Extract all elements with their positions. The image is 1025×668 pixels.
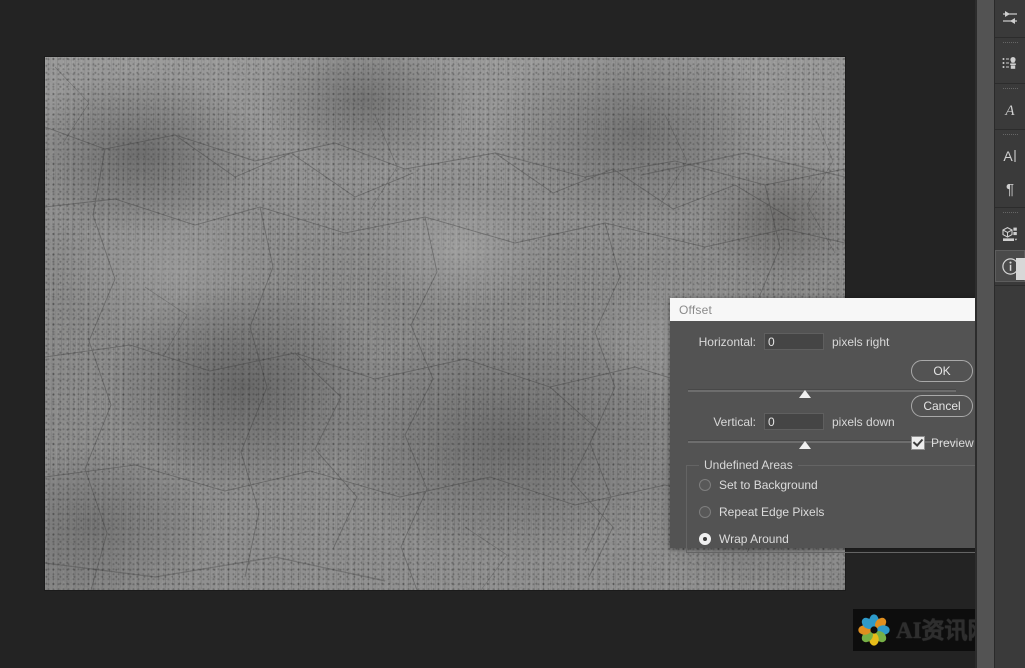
radio-icon-repeat-edge-pixels[interactable] <box>699 506 711 518</box>
vertical-slider-thumb[interactable] <box>799 441 811 449</box>
adjustments-sliders-icon <box>1003 11 1017 24</box>
svg-text:A: A <box>1003 148 1013 164</box>
undefined-areas-group: Undefined Areas Set to Background Repeat… <box>686 458 1002 553</box>
sidebar-item-paragraph[interactable]: ¶ <box>995 172 1025 204</box>
horizontal-slider-track[interactable] <box>688 389 956 392</box>
workspace: Offset × Horizontal: pixels right Vertic… <box>0 0 1005 668</box>
preview-label: Preview <box>931 436 974 450</box>
sidebar-item-libraries[interactable] <box>995 218 1025 250</box>
vertical-unit-label: pixels down <box>832 414 895 429</box>
styles-stamp-icon <box>1002 57 1016 69</box>
character-a-icon: A <box>1004 103 1015 119</box>
collapsed-panel-tab[interactable] <box>1016 258 1025 280</box>
radio-icon-wrap-around[interactable] <box>699 533 711 545</box>
radio-label-set-to-background: Set to Background <box>719 478 818 492</box>
character-panel-icon: A <box>1003 148 1016 164</box>
offset-dialog[interactable]: Offset × Horizontal: pixels right Vertic… <box>670 298 1002 553</box>
undefined-areas-legend: Undefined Areas <box>699 458 798 472</box>
cancel-button[interactable]: Cancel <box>911 395 973 417</box>
panel-grip-icon[interactable] <box>1002 87 1018 92</box>
horizontal-offset-row: Horizontal: pixels right <box>684 333 889 350</box>
vertical-label: Vertical: <box>713 414 756 429</box>
rail-group-styles <box>995 38 1025 84</box>
libraries-cube-icon <box>1002 226 1018 241</box>
radio-label-wrap-around: Wrap Around <box>719 532 789 546</box>
sidebar-item-character-styles[interactable]: A <box>995 94 1025 126</box>
preview-row[interactable]: Preview <box>911 436 974 450</box>
rail-group-character-styles: A <box>995 84 1025 130</box>
svg-text:¶: ¶ <box>1006 181 1014 198</box>
flower-logo-icon <box>858 614 890 646</box>
svg-text:A: A <box>1004 103 1015 119</box>
radio-icon-set-to-background[interactable] <box>699 479 711 491</box>
panel-grip-icon[interactable] <box>1002 133 1018 138</box>
rail-group-adjustments <box>995 0 1025 38</box>
horizontal-label: Horizontal: <box>698 334 756 349</box>
horizontal-input[interactable] <box>764 333 824 350</box>
horizontal-unit-label: pixels right <box>832 334 890 349</box>
panel-grip-icon[interactable] <box>1002 211 1018 216</box>
horizontal-slider-thumb[interactable] <box>799 390 811 398</box>
panel-divider <box>977 0 995 668</box>
radio-set-to-background[interactable]: Set to Background <box>699 478 818 492</box>
vertical-offset-row: Vertical: pixels down <box>684 413 895 430</box>
vertical-input[interactable] <box>764 413 824 430</box>
dialog-titlebar[interactable]: Offset × <box>670 298 994 321</box>
sidebar-item-styles[interactable] <box>995 48 1025 80</box>
paragraph-pilcrow-icon: ¶ <box>1006 181 1014 198</box>
radio-wrap-around[interactable]: Wrap Around <box>699 532 789 546</box>
ok-button[interactable]: OK <box>911 360 973 382</box>
radio-label-repeat-edge-pixels: Repeat Edge Pixels <box>719 505 825 519</box>
dialog-body: Horizontal: pixels right Vertical: pixel… <box>670 321 1002 553</box>
dialog-title: Offset <box>679 302 712 317</box>
radio-repeat-edge-pixels[interactable]: Repeat Edge Pixels <box>699 505 824 519</box>
sidebar-item-adjustments[interactable] <box>995 2 1025 34</box>
preview-checkbox[interactable] <box>911 436 925 450</box>
sidebar-item-character[interactable]: A <box>995 140 1025 172</box>
panel-grip-icon[interactable] <box>1002 41 1018 46</box>
rail-group-type: A ¶ <box>995 130 1025 208</box>
right-tool-rail[interactable]: A A ¶ <box>994 0 1025 668</box>
